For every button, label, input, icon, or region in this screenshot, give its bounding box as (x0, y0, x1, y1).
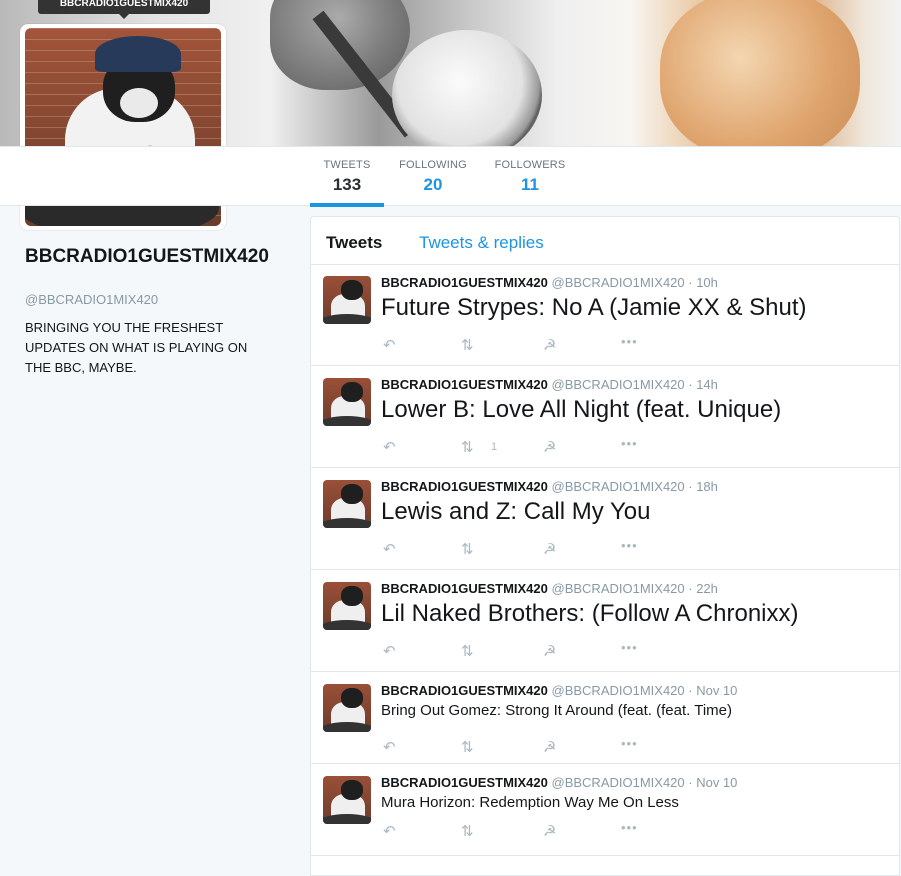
tweet-avatar[interactable] (323, 776, 371, 824)
profile-bio: BRINGING YOU THE FRESHEST UPDATES ON WHA… (25, 320, 248, 375)
retweet-icon[interactable]: ⇅ (461, 540, 474, 558)
tweet[interactable]: BBCRADIO1GUESTMIX420 @BBCRADIO1MIX420 · … (311, 672, 899, 764)
timeline-tabs: Tweets Tweets & replies (311, 217, 899, 265)
reply-icon[interactable]: ↶ (383, 438, 396, 456)
tab-tweets[interactable]: Tweets (326, 233, 382, 253)
hammer-sickle-icon[interactable]: ☭ (543, 336, 556, 354)
profile-name: BBCRADIO1GUESTMIX420 (25, 246, 269, 267)
tweet-author-name[interactable]: BBCRADIO1GUESTMIX420 (381, 479, 548, 494)
stat-following[interactable]: FOLLOWING 20 (397, 159, 469, 195)
tweet-text: Mura Horizon: Redemption Way Me On Less (381, 794, 679, 811)
tooltip-arrow (119, 14, 129, 19)
reply-icon[interactable]: ↶ (383, 336, 396, 354)
retweet-icon[interactable]: ⇅ (461, 336, 474, 354)
tweet-avatar[interactable] (323, 480, 371, 528)
tweet-actions: ↶ ⇅ ☭ ••• (381, 334, 781, 356)
hammer-sickle-icon[interactable]: ☭ (543, 642, 556, 660)
tweet-timestamp[interactable]: · Nov 10 (688, 775, 737, 790)
tweet-actions: ↶ ⇅ 1 ☭ ••• (381, 436, 781, 458)
tweet-author-name[interactable]: BBCRADIO1GUESTMIX420 (381, 683, 548, 698)
stat-tweets-label: TWEETS (323, 159, 371, 171)
active-tab-indicator (310, 203, 384, 207)
tweet-text: Future Strypes: No A (Jamie XX & Shut) (381, 294, 807, 321)
tweet-timestamp[interactable]: · 14h (688, 377, 718, 392)
reply-icon[interactable]: ↶ (383, 738, 396, 756)
stat-followers-value: 11 (521, 175, 539, 194)
retweet-icon[interactable]: ⇅ (461, 738, 474, 756)
tweet-timestamp[interactable]: · 10h (688, 275, 718, 290)
stat-followers[interactable]: FOLLOWERS 11 (493, 159, 567, 195)
tweet-author-handle[interactable]: @BBCRADIO1MIX420 (552, 581, 685, 596)
hammer-sickle-icon[interactable]: ☭ (543, 540, 556, 558)
tweet-author-handle[interactable]: @BBCRADIO1MIX420 (552, 683, 685, 698)
tab-tweets-replies[interactable]: Tweets & replies (419, 233, 544, 253)
stat-tweets[interactable]: TWEETS 133 (323, 159, 371, 195)
tweet-avatar[interactable] (323, 276, 371, 324)
name-tooltip: BBCRADIO1GUESTMIX420 (38, 0, 210, 14)
tweet[interactable]: BBCRADIO1GUESTMIX420 @BBCRADIO1MIX420 · … (311, 764, 899, 856)
stat-following-value: 20 (423, 175, 443, 194)
stat-tweets-value: 133 (332, 175, 362, 194)
retweet-icon[interactable]: ⇅ (461, 642, 474, 660)
tweet[interactable]: BBCRADIO1GUESTMIX420 @BBCRADIO1MIX420 · … (311, 264, 899, 366)
tweet-timestamp[interactable]: · 18h (688, 479, 718, 494)
tweet-header: BBCRADIO1GUESTMIX420 @BBCRADIO1MIX420 · … (381, 275, 718, 290)
retweet-count: 1 (491, 441, 498, 453)
tweet-author-name[interactable]: BBCRADIO1GUESTMIX420 (381, 581, 548, 596)
tweet-text: Lower B: Love All Night (feat. Unique) (381, 396, 782, 423)
stat-following-label: FOLLOWING (399, 159, 467, 171)
tweet-avatar[interactable] (323, 684, 371, 732)
tweet-avatar[interactable] (323, 378, 371, 426)
tweet-author-handle[interactable]: @BBCRADIO1MIX420 (552, 275, 685, 290)
hammer-sickle-icon[interactable]: ☭ (543, 822, 556, 840)
profile-handle[interactable]: @BBCRADIO1MIX420 (25, 292, 158, 307)
more-icon[interactable]: ••• (621, 736, 638, 751)
more-icon[interactable]: ••• (621, 820, 638, 835)
reply-icon[interactable]: ↶ (383, 822, 396, 840)
tweet-author-handle[interactable]: @BBCRADIO1MIX420 (552, 479, 685, 494)
tweet[interactable]: BBCRADIO1GUESTMIX420 @BBCRADIO1MIX420 · … (311, 570, 899, 672)
tweet-header: BBCRADIO1GUESTMIX420 @BBCRADIO1MIX420 · … (381, 377, 718, 392)
tweet-avatar[interactable] (323, 582, 371, 630)
tweet[interactable]: BBCRADIO1GUESTMIX420 @BBCRADIO1MIX420 · … (311, 468, 899, 570)
tweet-text: Lil Naked Brothers: (Follow A Chronixx) (381, 600, 799, 627)
tweet-author-handle[interactable]: @BBCRADIO1MIX420 (552, 377, 685, 392)
timeline: Tweets Tweets & replies BBCRADIO1GUESTMI… (310, 216, 900, 876)
tweet-actions: ↶ ⇅ ☭ ••• (381, 640, 781, 662)
more-icon[interactable]: ••• (621, 538, 638, 553)
tweet-text: Bring Out Gomez: Strong It Around (feat.… (381, 702, 732, 719)
more-icon[interactable]: ••• (621, 436, 638, 451)
profile-nav: TWEETS 133 FOLLOWING 20 FOLLOWERS 11 (0, 146, 901, 207)
stat-followers-label: FOLLOWERS (494, 159, 566, 171)
more-icon[interactable]: ••• (621, 640, 638, 655)
tweet-header: BBCRADIO1GUESTMIX420 @BBCRADIO1MIX420 · … (381, 581, 718, 596)
hammer-sickle-icon[interactable]: ☭ (543, 738, 556, 756)
tweet[interactable]: BBCRADIO1GUESTMIX420 @BBCRADIO1MIX420 · … (311, 366, 899, 468)
retweet-icon[interactable]: ⇅ (461, 438, 474, 456)
tweet-author-name[interactable]: BBCRADIO1GUESTMIX420 (381, 775, 548, 790)
reply-icon[interactable]: ↶ (383, 540, 396, 558)
tweet-header: BBCRADIO1GUESTMIX420 @BBCRADIO1MIX420 · … (381, 479, 718, 494)
tweet-author-handle[interactable]: @BBCRADIO1MIX420 (552, 775, 685, 790)
tweet-timestamp[interactable]: · 22h (688, 581, 718, 596)
tweet-header: BBCRADIO1GUESTMIX420 @BBCRADIO1MIX420 · … (381, 683, 737, 698)
tweet-actions: ↶ ⇅ ☭ ••• (381, 820, 781, 842)
tweet-text: Lewis and Z: Call My You (381, 498, 651, 525)
retweet-icon[interactable]: ⇅ (461, 822, 474, 840)
reply-icon[interactable]: ↶ (383, 642, 396, 660)
more-icon[interactable]: ••• (621, 334, 638, 349)
hammer-sickle-icon[interactable]: ☭ (543, 438, 556, 456)
tweet-author-name[interactable]: BBCRADIO1GUESTMIX420 (381, 377, 548, 392)
tweet-header: BBCRADIO1GUESTMIX420 @BBCRADIO1MIX420 · … (381, 775, 737, 790)
tweet-timestamp[interactable]: · Nov 10 (688, 683, 737, 698)
tweet-author-name[interactable]: BBCRADIO1GUESTMIX420 (381, 275, 548, 290)
tweet-actions: ↶ ⇅ ☭ ••• (381, 736, 781, 758)
tweet-actions: ↶ ⇅ ☭ ••• (381, 538, 781, 560)
